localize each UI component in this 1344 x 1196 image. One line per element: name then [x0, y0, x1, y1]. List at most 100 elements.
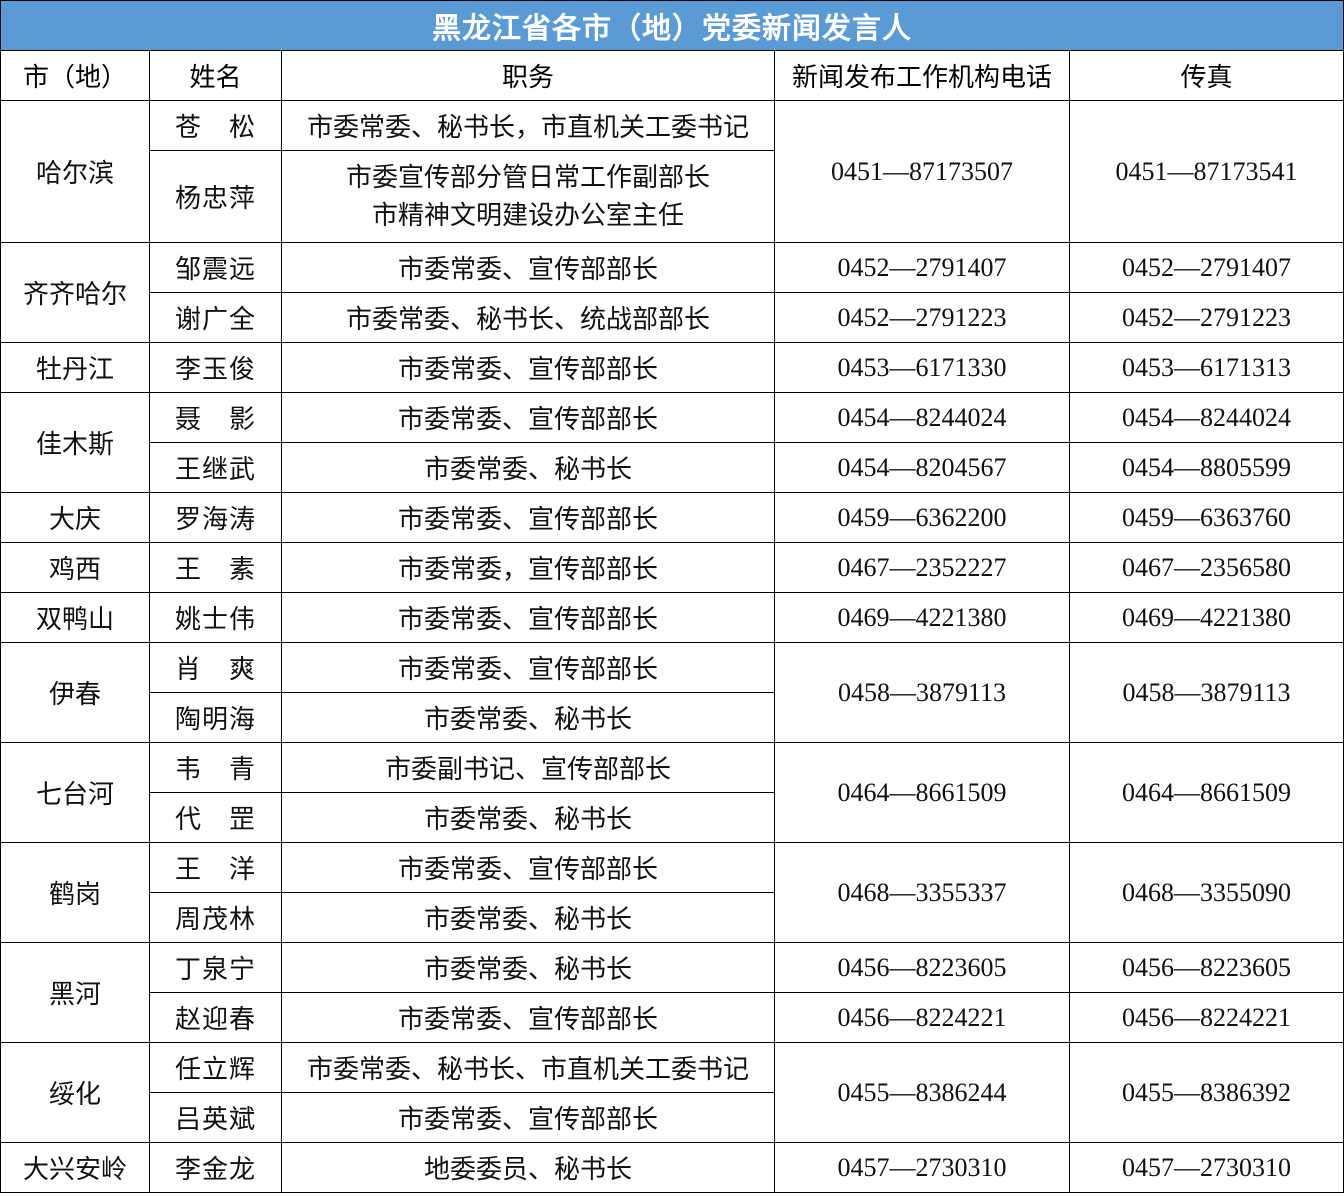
fax-cell: 0456—8223605 — [1069, 942, 1344, 993]
fax-cell: 0456—8224221 — [1069, 992, 1344, 1043]
fax-cell: 0455—8386392 — [1069, 1042, 1344, 1143]
fax-cell: 0454—8805599 — [1069, 442, 1344, 493]
city-cell: 佳木斯 — [0, 392, 150, 493]
table-row: 双鸭山 姚士伟 市委常委、宣传部部长 0469—4221380 0469—422… — [0, 592, 1344, 643]
table-row: 伊春 肖 爽 市委常委、宣传部部长 0458—3879113 0458—3879… — [0, 642, 1344, 743]
header-city: 市（地） — [0, 50, 150, 101]
position-cell: 市委常委、秘书长、市直机关工委书记 — [281, 1042, 775, 1093]
position-cell: 市委副书记、宣传部部长 — [281, 742, 775, 793]
city-cell: 七台河 — [0, 742, 150, 843]
phone-cell: 0457—2730310 — [774, 1142, 1070, 1193]
fax-cell: 0454—8244024 — [1069, 392, 1344, 443]
name-cell: 姚士伟 — [149, 592, 282, 643]
name-cell: 王 洋 — [149, 842, 282, 893]
position-cell: 市委常委、宣传部部长 — [281, 492, 775, 543]
phone-cell: 0469—4221380 — [774, 592, 1070, 643]
name-cell: 王继武 — [149, 442, 282, 493]
table-row: 鹤岗 王 洋 市委常委、宣传部部长 0468—3355337 0468—3355… — [0, 842, 1344, 943]
city-cell: 鸡西 — [0, 542, 150, 593]
city-cell: 黑河 — [0, 942, 150, 1043]
fax-cell: 0464—8661509 — [1069, 742, 1344, 843]
table-row: 黑河 丁泉宁 市委常委、秘书长 0456—8223605 0456—822360… — [0, 942, 1344, 1043]
table-row: 大兴安岭 李金龙 地委委员、秘书长 0457—2730310 0457—2730… — [0, 1142, 1344, 1193]
position-cell: 市委常委，宣传部部长 — [281, 542, 775, 593]
name-cell: 丁泉宁 — [149, 942, 282, 993]
name-cell: 聂 影 — [149, 392, 282, 443]
table-title: 黑龙江省各市（地）党委新闻发言人 — [0, 0, 1344, 51]
city-cell: 大兴安岭 — [0, 1142, 150, 1193]
name-cell: 代 罡 — [149, 792, 282, 843]
position-cell: 市委常委、宣传部部长 — [281, 842, 775, 893]
position-cell: 市委常委、宣传部部长 — [281, 992, 775, 1043]
position-line: 市精神文明建设办公室主任 — [371, 200, 684, 231]
table-row: 赵迎春 市委常委、宣传部部长 0456—8224221 0456—8224221 — [1, 992, 1344, 1043]
header-position: 职务 — [281, 50, 775, 101]
name-cell: 韦 青 — [149, 742, 282, 793]
table-row: 王继武 市委常委、秘书长 0454—8204567 0454—8805599 — [1, 442, 1344, 493]
position-cell: 市委常委、宣传部部长 — [281, 592, 775, 643]
position-cell: 市委常委、秘书长 — [281, 442, 775, 493]
fax-cell: 0458—3879113 — [1069, 642, 1344, 743]
fax-cell: 0457—2730310 — [1069, 1142, 1344, 1193]
table-row: 哈尔滨 苍 松 市委常委、秘书长，市直机关工委书记 0451—87173507 … — [0, 100, 1344, 243]
table-row: 大庆 罗海涛 市委常委、宣传部部长 0459—6362200 0459—6363… — [0, 492, 1344, 543]
city-cell: 双鸭山 — [0, 592, 150, 643]
fax-cell: 0459—6363760 — [1069, 492, 1344, 543]
table-row: 谢广全 市委常委、秘书长、统战部部长 0452—2791223 0452—279… — [1, 292, 1344, 343]
phone-cell: 0468—3355337 — [774, 842, 1070, 943]
fax-cell: 0452—2791223 — [1069, 292, 1344, 343]
phone-cell: 0456—8223605 — [774, 942, 1070, 993]
position-cell: 市委常委、秘书长，市直机关工委书记 — [281, 100, 775, 151]
phone-cell: 0467—2352227 — [774, 542, 1070, 593]
position-cell: 市委常委、宣传部部长 — [281, 392, 775, 443]
phone-cell: 0454—8204567 — [774, 442, 1070, 493]
name-cell: 苍 松 — [149, 100, 282, 151]
fax-cell: 0468—3355090 — [1069, 842, 1344, 943]
fax-cell: 0453—6171313 — [1069, 342, 1344, 393]
name-cell: 周茂林 — [149, 892, 282, 943]
fax-cell: 0469—4221380 — [1069, 592, 1344, 643]
name-cell: 邹震远 — [149, 242, 282, 293]
phone-cell: 0459—6362200 — [774, 492, 1070, 543]
header-phone: 新闻发布工作机构电话 — [774, 50, 1070, 101]
position-cell: 市委常委、秘书长、统战部部长 — [281, 292, 775, 343]
phone-cell: 0456—8224221 — [774, 992, 1070, 1043]
position-cell: 市委常委、宣传部部长 — [281, 1092, 775, 1143]
name-cell: 赵迎春 — [149, 992, 282, 1043]
city-cell: 哈尔滨 — [0, 100, 150, 243]
position-line: 市委宣传部分管日常工作副部长 — [345, 162, 710, 193]
position-cell: 市委常委、秘书长 — [281, 692, 775, 743]
phone-cell: 0464—8661509 — [774, 742, 1070, 843]
position-cell: 市委常委、秘书长 — [281, 792, 775, 843]
city-cell: 牡丹江 — [0, 342, 150, 393]
position-cell: 市委常委、秘书长 — [281, 942, 775, 993]
table-row: 牡丹江 李玉俊 市委常委、宣传部部长 0453—6171330 0453—617… — [0, 342, 1344, 393]
spokespersons-table: 黑龙江省各市（地）党委新闻发言人 市（地） 姓名 职务 新闻发布工作机构电话 传… — [0, 0, 1344, 1193]
position-cell: 市委常委、宣传部部长 — [281, 342, 775, 393]
table-row: 鸡西 王 素 市委常委，宣传部部长 0467—2352227 0467—2356… — [0, 542, 1344, 593]
name-cell: 杨忠萍 — [149, 150, 282, 243]
fax-cell: 0451—87173541 — [1069, 100, 1344, 243]
header-name: 姓名 — [149, 50, 282, 101]
phone-cell: 0454—8244024 — [774, 392, 1070, 443]
name-cell: 吕英斌 — [149, 1092, 282, 1143]
city-cell: 大庆 — [0, 492, 150, 543]
table-row: 佳木斯 聂 影 市委常委、宣传部部长 0454—8244024 0454—824… — [0, 392, 1344, 493]
name-cell: 陶明海 — [149, 692, 282, 743]
phone-cell: 0452—2791407 — [774, 242, 1070, 293]
table-row: 齐齐哈尔 邹震远 市委常委、宣传部部长 0452—2791407 0452—27… — [0, 242, 1344, 343]
header-fax: 传真 — [1069, 50, 1344, 101]
fax-cell: 0452—2791407 — [1069, 242, 1344, 293]
position-cell: 地委委员、秘书长 — [281, 1142, 775, 1193]
position-cell: 市委常委、宣传部部长 — [281, 642, 775, 693]
name-cell: 李玉俊 — [149, 342, 282, 393]
name-cell: 罗海涛 — [149, 492, 282, 543]
position-cell: 市委常委、宣传部部长 — [281, 242, 775, 293]
position-cell: 市委常委、秘书长 — [281, 892, 775, 943]
name-cell: 谢广全 — [149, 292, 282, 343]
city-cell: 伊春 — [0, 642, 150, 743]
phone-cell: 0455—8386244 — [774, 1042, 1070, 1143]
name-cell: 王 素 — [149, 542, 282, 593]
city-cell: 绥化 — [0, 1042, 150, 1143]
table-row: 绥化 任立辉 市委常委、秘书长、市直机关工委书记 0455—8386244 04… — [0, 1042, 1344, 1143]
